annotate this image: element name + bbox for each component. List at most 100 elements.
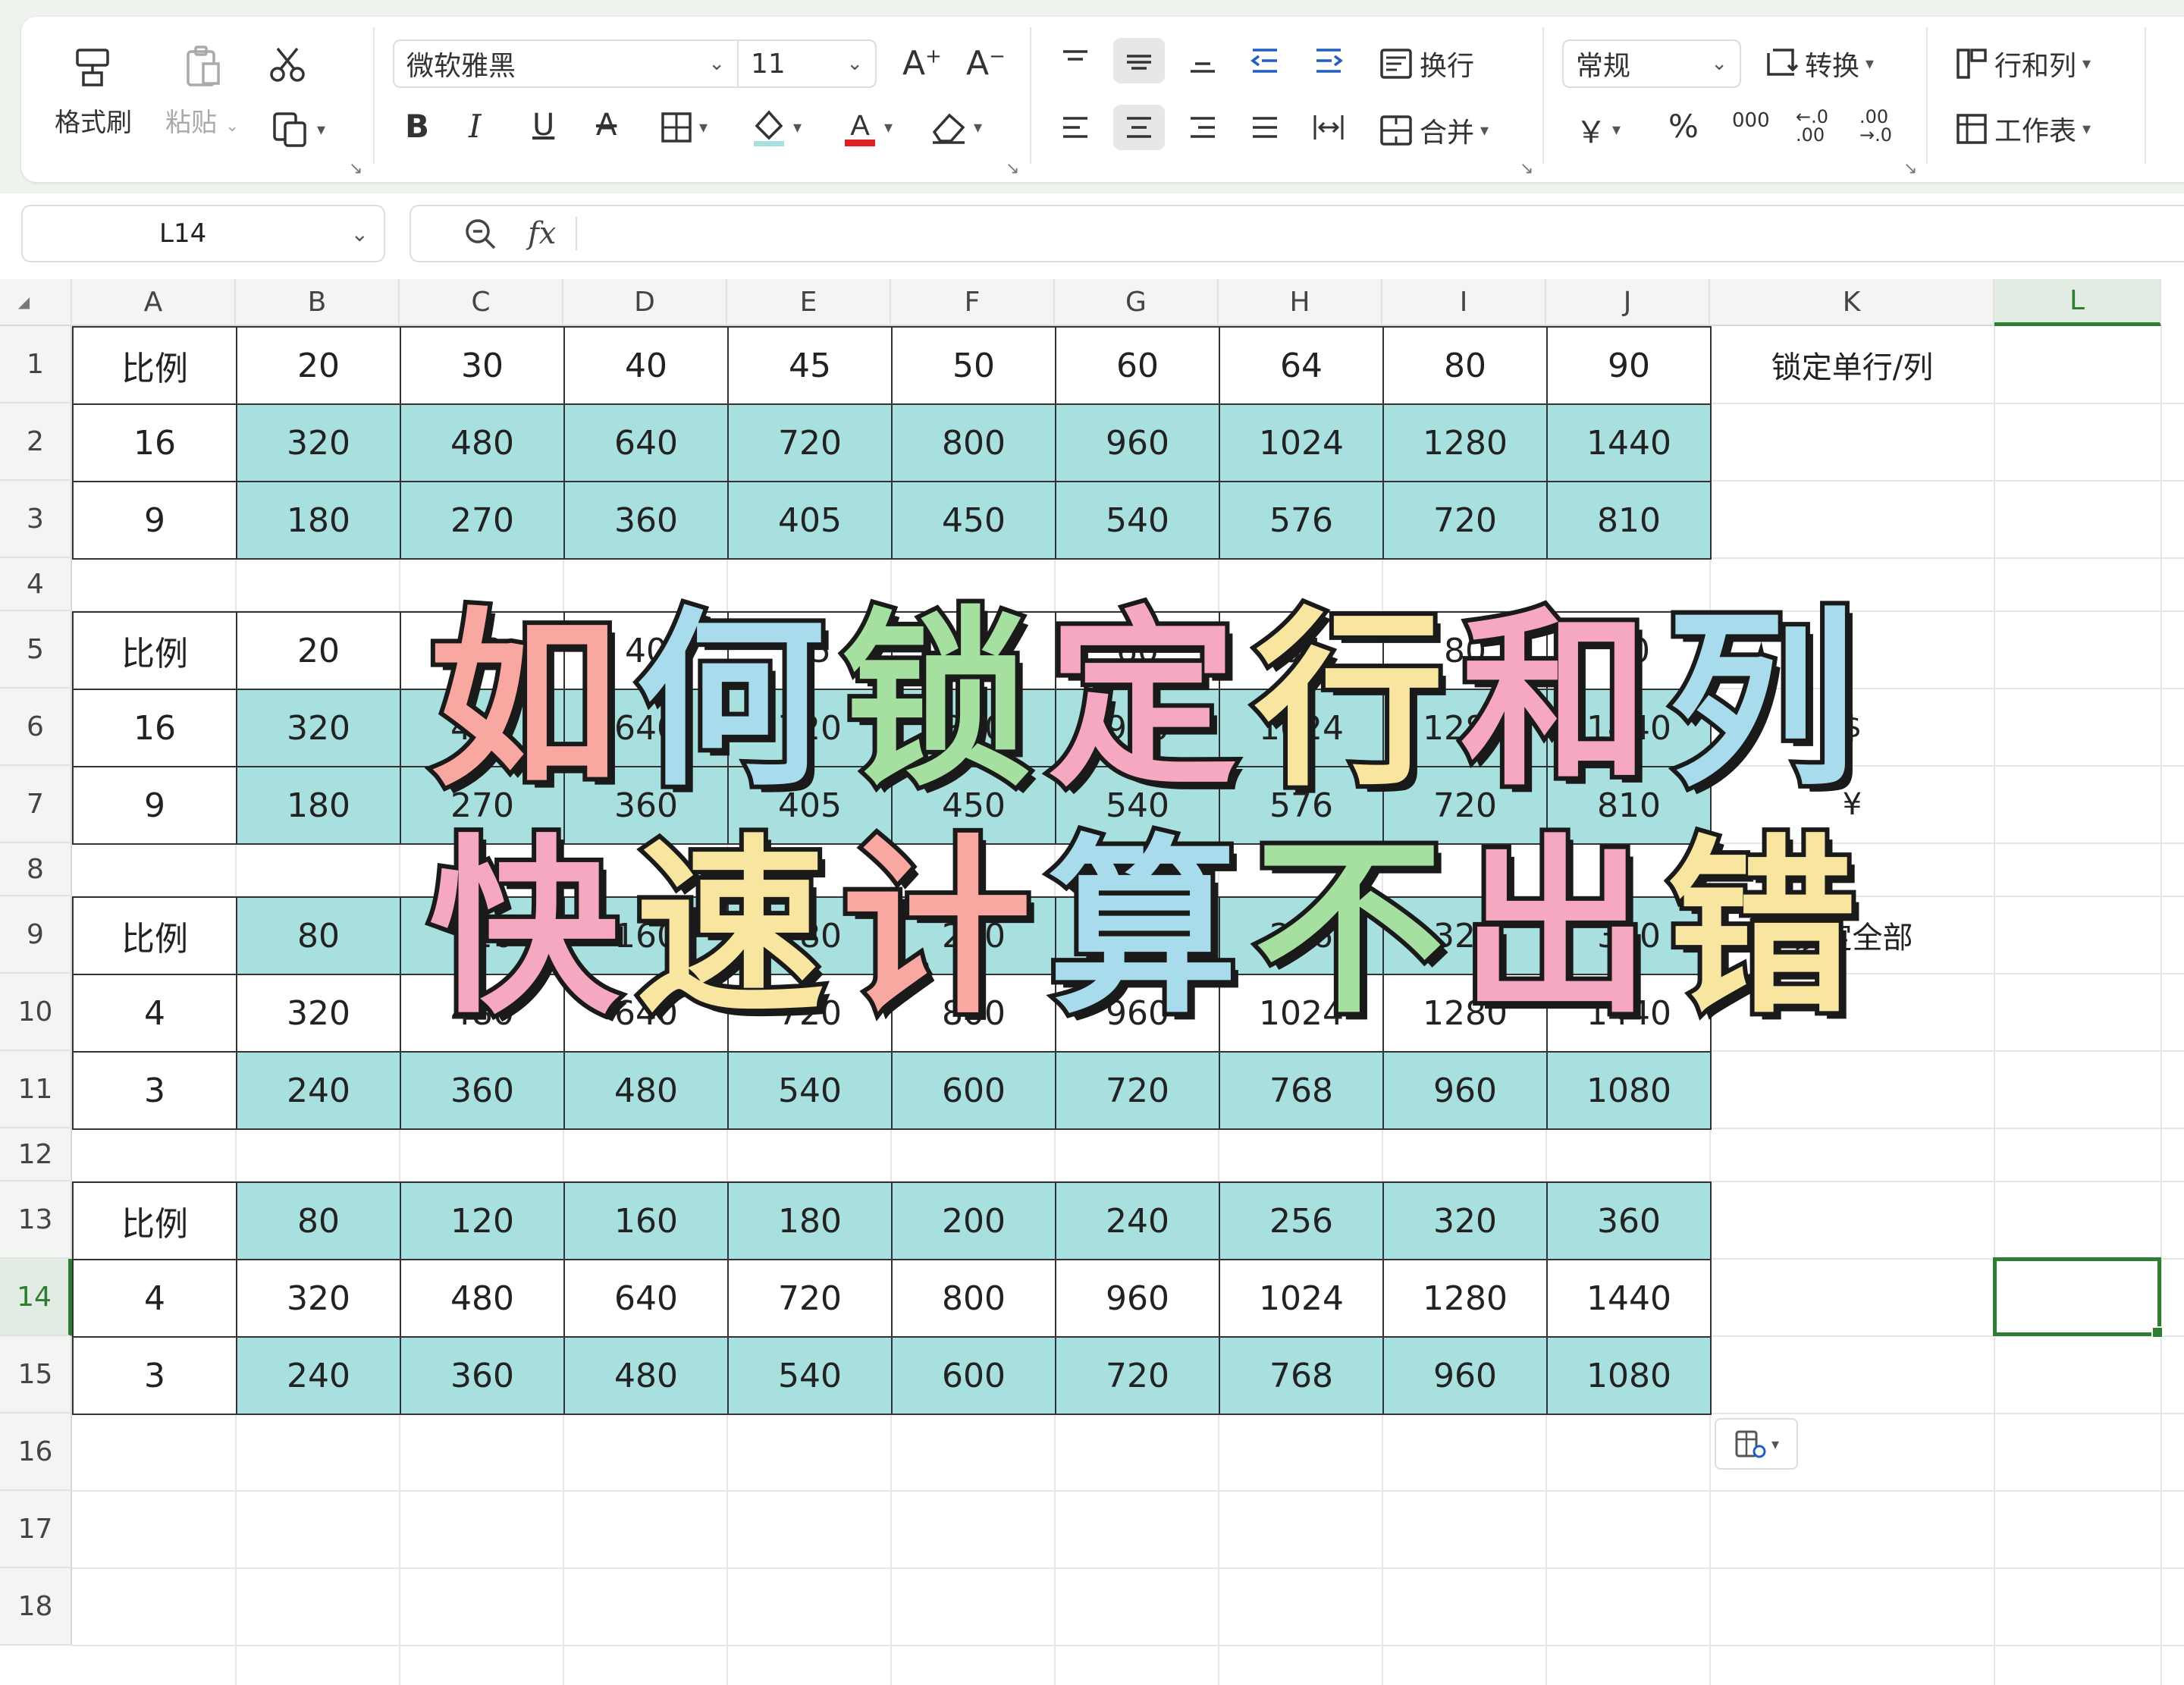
underline-button[interactable]: U xyxy=(532,108,554,143)
table-cell[interactable]: 720 xyxy=(1055,1336,1220,1415)
row-header-2[interactable]: 2 xyxy=(0,403,72,481)
column-header-c[interactable]: C xyxy=(400,279,563,326)
increase-decimal-button[interactable]: ←.0.00 xyxy=(1796,108,1828,144)
row-header-11[interactable]: 11 xyxy=(0,1051,72,1128)
table-cell[interactable]: 640 xyxy=(563,403,729,482)
table-cell[interactable]: 16 xyxy=(72,403,237,482)
formula-bar[interactable]: fx xyxy=(410,205,2184,262)
table-cell[interactable]: 405 xyxy=(727,481,893,560)
row-header-5[interactable]: 5 xyxy=(0,611,72,689)
align-left-button[interactable] xyxy=(1059,112,1092,143)
alignment-group-launcher[interactable]: ↘ xyxy=(1520,159,1533,178)
table-cell[interactable]: 90 xyxy=(1546,326,1712,405)
column-header-f[interactable]: F xyxy=(891,279,1055,326)
font-color-button[interactable]: A ▾ xyxy=(842,108,893,147)
table-cell[interactable]: 180 xyxy=(236,481,401,560)
note-k1[interactable]: 锁定单行/列 xyxy=(1710,326,1994,403)
table-cell[interactable]: 50 xyxy=(891,326,1056,405)
table-cell[interactable]: 720 xyxy=(1382,481,1548,560)
table-cell[interactable]: 1280 xyxy=(1382,403,1548,482)
table-cell[interactable]: 20 xyxy=(236,326,401,405)
table-cell[interactable]: 960 xyxy=(1055,1259,1220,1338)
table-cell[interactable]: 200 xyxy=(891,1181,1056,1260)
table-cell[interactable]: 160 xyxy=(563,1181,729,1260)
row-header-17[interactable]: 17 xyxy=(0,1491,72,1568)
row-header-7[interactable]: 7 xyxy=(0,766,72,843)
table-cell[interactable]: 64 xyxy=(1219,326,1384,405)
table-cell[interactable]: 3 xyxy=(72,1051,237,1130)
column-header-d[interactable]: D xyxy=(563,279,727,326)
format-painter-button[interactable]: 格式刷 xyxy=(55,44,132,139)
table-cell[interactable]: 720 xyxy=(727,1259,893,1338)
table-cell[interactable]: 720 xyxy=(727,403,893,482)
fill-handle[interactable] xyxy=(2151,1326,2164,1338)
table-cell[interactable]: 30 xyxy=(400,326,565,405)
table-cell[interactable]: 80 xyxy=(236,896,401,975)
table-cell[interactable]: 810 xyxy=(1546,481,1712,560)
thousands-separator-button[interactable]: 000 xyxy=(1732,109,1770,132)
table-cell[interactable]: 240 xyxy=(236,1051,401,1130)
table-cell[interactable]: 1080 xyxy=(1546,1336,1712,1415)
align-top-button[interactable] xyxy=(1059,45,1092,76)
row-header-13[interactable]: 13 xyxy=(0,1181,72,1259)
clipboard-group-launcher[interactable]: ↘ xyxy=(349,159,362,178)
number-group-launcher[interactable]: ↘ xyxy=(1903,159,1917,178)
decrease-indent-button[interactable] xyxy=(1248,45,1282,76)
distributed-align-button[interactable] xyxy=(1312,112,1345,143)
row-header-1[interactable]: 1 xyxy=(0,326,72,403)
name-box[interactable]: L14 ⌄ xyxy=(21,205,385,262)
table-cell[interactable]: 4 xyxy=(72,1259,237,1338)
row-header-9[interactable]: 9 xyxy=(0,896,72,974)
table-cell[interactable]: 80 xyxy=(236,1181,401,1260)
justify-button[interactable] xyxy=(1248,112,1282,143)
table-cell[interactable]: 320 xyxy=(236,689,401,767)
table-cell[interactable]: 768 xyxy=(1219,1051,1384,1130)
table-cell[interactable]: 1440 xyxy=(1546,403,1712,482)
column-header-h[interactable]: H xyxy=(1219,279,1382,326)
table-cell[interactable]: 3 xyxy=(72,1336,237,1415)
table-cell[interactable]: 768 xyxy=(1219,1336,1384,1415)
borders-button[interactable]: ▾ xyxy=(660,111,708,144)
table-cell[interactable]: 540 xyxy=(727,1336,893,1415)
table-cell[interactable]: 540 xyxy=(727,1051,893,1130)
table-cell[interactable]: 40 xyxy=(563,326,729,405)
align-right-button[interactable] xyxy=(1186,112,1219,143)
column-header-i[interactable]: I xyxy=(1382,279,1546,326)
fill-color-button[interactable]: ▾ xyxy=(751,108,802,147)
table-cell[interactable]: 1024 xyxy=(1219,1259,1384,1338)
table-cell[interactable]: 240 xyxy=(236,1336,401,1415)
column-header-g[interactable]: G xyxy=(1055,279,1219,326)
wrap-text-button[interactable]: 换行 xyxy=(1379,44,1474,83)
table-cell[interactable]: 540 xyxy=(1055,481,1220,560)
table-cell[interactable]: 960 xyxy=(1382,1336,1548,1415)
table-cell[interactable]: 45 xyxy=(727,326,893,405)
table-cell[interactable]: 600 xyxy=(891,1336,1056,1415)
table-cell[interactable]: 320 xyxy=(236,403,401,482)
align-bottom-button[interactable] xyxy=(1186,45,1219,76)
ratio-label-cell[interactable]: 比例 xyxy=(72,1181,237,1260)
table-cell[interactable]: 576 xyxy=(1219,481,1384,560)
increase-indent-button[interactable] xyxy=(1312,45,1345,76)
table-cell[interactable]: 180 xyxy=(727,1181,893,1260)
table-cell[interactable]: 270 xyxy=(400,481,565,560)
row-header-15[interactable]: 15 xyxy=(0,1336,72,1414)
column-header-k[interactable]: K xyxy=(1710,279,1994,326)
table-cell[interactable]: 600 xyxy=(891,1051,1056,1130)
table-cell[interactable]: 320 xyxy=(1382,1181,1548,1260)
table-cell[interactable]: 480 xyxy=(400,403,565,482)
column-header-b[interactable]: B xyxy=(236,279,400,326)
font-size-select[interactable]: 11 ⌄ xyxy=(737,39,877,88)
table-cell[interactable]: 9 xyxy=(72,766,237,845)
select-all-corner[interactable]: ◢ xyxy=(0,279,72,326)
table-cell[interactable]: 360 xyxy=(400,1051,565,1130)
table-cell[interactable]: 480 xyxy=(400,1259,565,1338)
column-header-l[interactable]: L xyxy=(1994,279,2161,326)
active-cell-selection[interactable] xyxy=(1993,1257,2164,1338)
table-cell[interactable]: 1280 xyxy=(1382,1259,1548,1338)
table-cell[interactable]: 320 xyxy=(236,974,401,1053)
decrease-font-button[interactable]: A− xyxy=(966,44,1006,83)
cut-button[interactable] xyxy=(267,44,308,85)
table-cell[interactable]: 960 xyxy=(1055,403,1220,482)
table-cell[interactable]: 16 xyxy=(72,689,237,767)
table-cell[interactable]: 360 xyxy=(1546,1181,1712,1260)
